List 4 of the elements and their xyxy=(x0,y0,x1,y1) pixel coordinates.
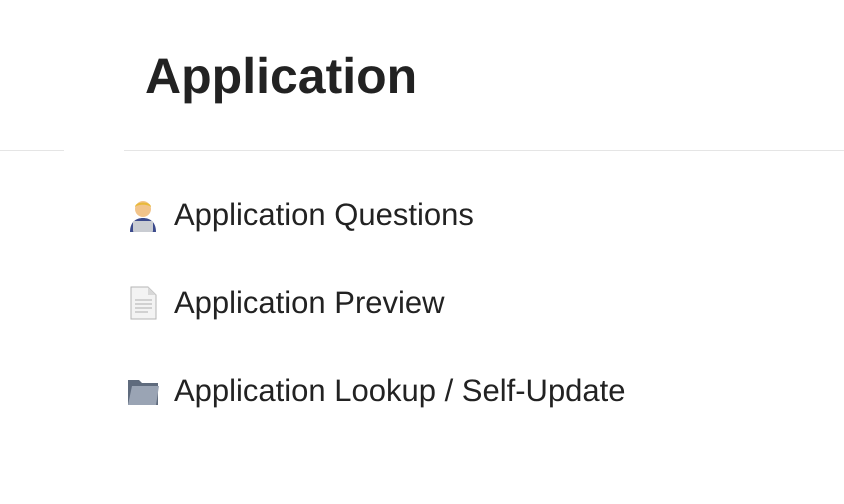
page-heading: Application xyxy=(145,47,418,106)
menu-link[interactable]: Application Preview xyxy=(174,285,445,321)
menu-link[interactable]: Application Lookup / Self-Update xyxy=(174,373,626,409)
menu-link[interactable]: Application Questions xyxy=(174,197,474,233)
